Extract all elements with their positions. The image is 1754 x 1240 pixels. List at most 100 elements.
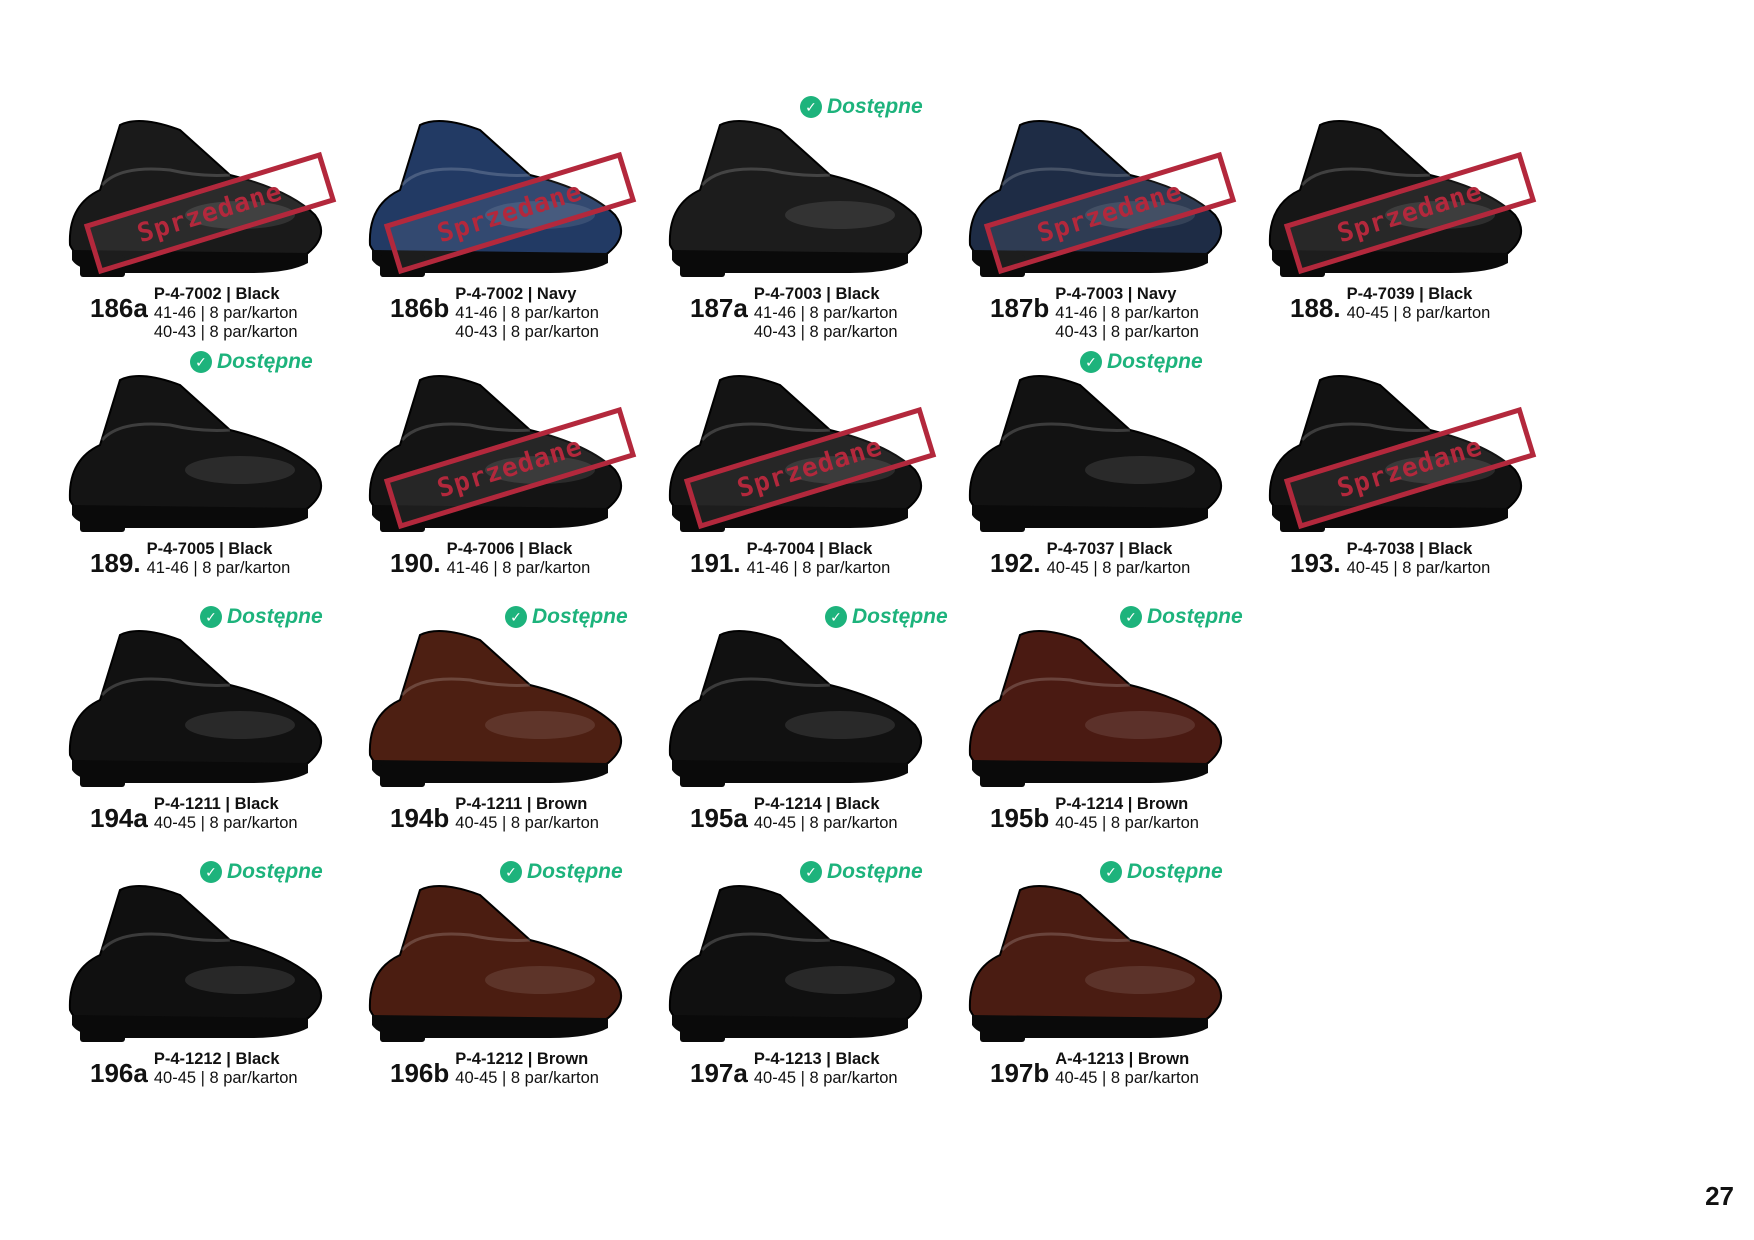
product-details: P-4-7004 | Black 41-46 | 8 par/karton <box>747 540 891 578</box>
available-label: Dostępne <box>1107 350 1203 373</box>
product-number: 187a <box>690 293 748 323</box>
product-number: 194a <box>90 803 148 833</box>
product-code: A-4-1213 | Brown <box>1055 1050 1190 1068</box>
check-circle-icon: ✓ <box>800 861 822 883</box>
product-details: P-4-7006 | Black 41-46 | 8 par/karton <box>447 540 591 578</box>
available-label: Dostępne <box>827 860 923 883</box>
available-label: Dostępne <box>1127 860 1223 883</box>
product-code: P-4-7003 | Black <box>753 285 880 303</box>
product-caption: 189. P-4-7005 | Black 41-46 | 8 par/karton <box>90 540 290 578</box>
available-label: Dostępne <box>227 860 323 883</box>
available-badge: ✓ Dostępne <box>1120 605 1243 629</box>
shoe-image <box>360 860 660 1050</box>
product-code: P-4-1214 | Black <box>753 795 880 813</box>
product-code: P-4-1212 | Brown <box>455 1050 589 1068</box>
shoe-image <box>60 860 360 1050</box>
product-code: P-4-1212 | Black <box>153 1050 280 1068</box>
available-label: Dostępne <box>527 860 623 883</box>
check-circle-icon: ✓ <box>800 96 822 118</box>
product-details: P-4-7002 | Navy 41-46 | 8 par/karton 40-43… <box>455 285 599 342</box>
product-number: 196b <box>390 1058 450 1088</box>
available-badge: ✓ Dostępne <box>1100 860 1223 884</box>
size-pack-line: 40-45 | 8 par/karton <box>1046 559 1191 577</box>
size-pack-line: 40-43 | 8 par/karton <box>153 323 298 341</box>
available-badge: ✓ Dostępne <box>505 605 628 629</box>
product-number: 192. <box>990 548 1041 578</box>
size-pack-line: 41-46 | 8 par/karton <box>146 559 291 577</box>
size-pack-line: 41-46 | 8 par/karton <box>753 304 898 322</box>
product-details: P-4-1212 | Black 40-45 | 8 par/karton <box>154 1050 298 1088</box>
product-number: 189. <box>90 548 141 578</box>
product-caption: 186b P-4-7002 | Navy 41-46 | 8 par/karton 4… <box>390 285 599 342</box>
size-pack-line: 41-46 | 8 par/karton <box>153 304 298 322</box>
product-card: ✓ Dostępne 194b P-4-1211 | Brown 40-45 | 8 p… <box>360 605 660 865</box>
product-card: ✓ Dostępne 197b A-4-1213 | Brown 40-45 | 8 p… <box>960 860 1260 1120</box>
product-code: P-4-1214 | Brown <box>1055 795 1189 813</box>
shoe-image <box>660 605 960 795</box>
product-card: Sprzedane 193. P-4-7038 | Black 40-45 | 8 p… <box>1260 350 1560 610</box>
check-circle-icon: ✓ <box>190 351 212 373</box>
product-caption: 191. P-4-7004 | Black 41-46 | 8 par/karton <box>690 540 890 578</box>
product-details: P-4-7037 | Black 40-45 | 8 par/karton <box>1047 540 1191 578</box>
available-label: Dostępne <box>1147 605 1243 628</box>
size-pack-line: 40-43 | 8 par/karton <box>455 323 599 341</box>
product-caption: 187b P-4-7003 | Navy 41-46 | 8 par/karton 4… <box>990 285 1199 342</box>
product-number: 193. <box>1290 548 1341 578</box>
available-badge: ✓ Dostępne <box>800 95 923 119</box>
size-pack-line: 40-43 | 8 par/karton <box>753 323 898 341</box>
available-badge: ✓ Dostępne <box>190 350 313 374</box>
available-badge: ✓ Dostępne <box>500 860 623 884</box>
product-code: P-4-7004 | Black <box>746 540 873 558</box>
product-code: P-4-1213 | Black <box>753 1050 880 1068</box>
product-card: Sprzedane 188. P-4-7039 | Black 40-45 | 8 p… <box>1260 95 1560 355</box>
size-pack-line: 40-45 | 8 par/karton <box>753 1069 898 1087</box>
product-card: Sprzedane 186b P-4-7002 | Navy 41-46 | 8 pa… <box>360 95 660 355</box>
shoe-image <box>960 605 1260 795</box>
check-circle-icon: ✓ <box>825 606 847 628</box>
product-code: P-4-1211 | Black <box>153 795 279 813</box>
available-label: Dostępne <box>227 605 323 628</box>
product-card: ✓ Dostępne 195a P-4-1214 | Black 40-45 | 8 p… <box>660 605 960 865</box>
check-circle-icon: ✓ <box>505 606 527 628</box>
product-card: ✓ Dostępne 197a P-4-1213 | Black 40-45 | 8 p… <box>660 860 960 1120</box>
product-caption: 197b A-4-1213 | Brown 40-45 | 8 par/karton <box>990 1050 1199 1088</box>
size-pack-line: 40-45 | 8 par/karton <box>455 814 599 832</box>
product-card: Sprzedane 186a P-4-7002 | Black 41-46 | 8 p… <box>60 95 360 355</box>
product-caption: 188. P-4-7039 | Black 40-45 | 8 par/karton <box>1290 285 1490 323</box>
product-card: ✓ Dostępne 196a P-4-1212 | Black 40-45 | 8 p… <box>60 860 360 1120</box>
size-pack-line: 40-45 | 8 par/karton <box>1055 1069 1199 1087</box>
product-card: ✓ Dostępne 187a P-4-7003 | Black 41-46 | 8 p… <box>660 95 960 355</box>
check-circle-icon: ✓ <box>1080 351 1102 373</box>
size-pack-line: 40-45 | 8 par/karton <box>753 814 898 832</box>
product-card: ✓ Dostępne 195b P-4-1214 | Brown 40-45 | 8 p… <box>960 605 1260 865</box>
product-details: P-4-1213 | Black 40-45 | 8 par/karton <box>754 1050 898 1088</box>
product-code: P-4-7038 | Black <box>1346 540 1473 558</box>
product-number: 190. <box>390 548 441 578</box>
product-code: P-4-7039 | Black <box>1346 285 1473 303</box>
product-details: P-4-7003 | Black 41-46 | 8 par/karton 40-4… <box>754 285 898 342</box>
product-caption: 194b P-4-1211 | Brown 40-45 | 8 par/karton <box>390 795 599 833</box>
available-label: Dostępne <box>852 605 948 628</box>
available-badge: ✓ Dostępne <box>200 860 323 884</box>
page-number: 27 <box>1705 1181 1734 1211</box>
product-details: P-4-1214 | Brown 40-45 | 8 par/karton <box>1055 795 1199 833</box>
product-caption: 196a P-4-1212 | Black 40-45 | 8 par/karton <box>90 1050 298 1088</box>
available-badge: ✓ Dostępne <box>200 605 323 629</box>
product-number: 191. <box>690 548 741 578</box>
product-details: P-4-1214 | Black 40-45 | 8 par/karton <box>754 795 898 833</box>
product-details: P-4-1212 | Brown 40-45 | 8 par/karton <box>455 1050 599 1088</box>
available-label: Dostępne <box>217 350 313 373</box>
size-pack-line: 40-45 | 8 par/karton <box>1346 304 1491 322</box>
shoe-image <box>60 605 360 795</box>
product-number: 186a <box>90 293 148 323</box>
product-caption: 186a P-4-7002 | Black 41-46 | 8 par/karton… <box>90 285 298 342</box>
product-details: P-4-7002 | Black 41-46 | 8 par/karton 40-4… <box>154 285 298 342</box>
product-number: 195b <box>990 803 1050 833</box>
product-code: P-4-7002 | Navy <box>455 285 577 303</box>
size-pack-line: 40-45 | 8 par/karton <box>153 814 298 832</box>
product-code: P-4-7006 | Black <box>446 540 573 558</box>
product-code: P-4-7002 | Black <box>153 285 280 303</box>
product-details: P-4-1211 | Black 40-45 | 8 par/karton <box>154 795 298 833</box>
product-details: A-4-1213 | Brown 40-45 | 8 par/karton <box>1055 1050 1199 1088</box>
available-badge: ✓ Dostępne <box>800 860 923 884</box>
